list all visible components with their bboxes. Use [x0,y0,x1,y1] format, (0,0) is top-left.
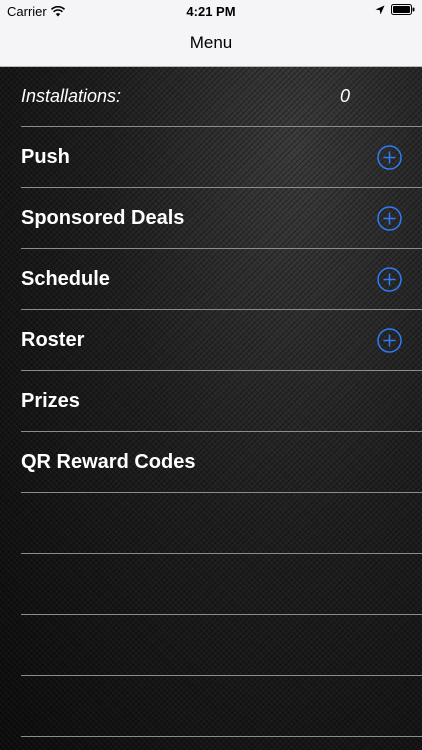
status-right [375,4,415,15]
empty-row [0,554,422,615]
screen: Carrier 4:21 PM Menu Installations: 0 Pu… [0,0,422,750]
menu-list: Installations: 0 Push Sponsored Deals Sche… [0,66,422,737]
menu-item-sponsored-deals[interactable]: Sponsored Deals [0,188,422,249]
menu-item-label: Prizes [21,390,80,412]
menu-item-label: Sponsored Deals [21,207,185,229]
menu-item-label: QR Reward Codes [21,451,196,473]
empty-row [0,493,422,554]
menu-item-prizes[interactable]: Prizes [0,371,422,432]
add-circle-icon[interactable] [377,206,402,231]
menu-item-push[interactable]: Push [0,127,422,188]
menu-item-qr-reward-codes[interactable]: QR Reward Codes [0,432,422,493]
menu-item-label: Schedule [21,268,110,290]
row-separator [21,736,422,737]
menu-item-roster[interactable]: Roster [0,310,422,371]
installations-row: Installations: 0 [0,66,422,127]
add-circle-icon[interactable] [377,328,402,353]
empty-row [0,676,422,737]
menu-item-label: Roster [21,329,85,351]
page-title: Menu [189,33,233,52]
status-time: 4:21 PM [186,4,236,19]
installations-label: Installations: [21,86,122,106]
empty-row [0,615,422,676]
add-circle-icon[interactable] [377,145,402,170]
battery-icon [391,4,415,15]
menu-item-schedule[interactable]: Schedule [0,249,422,310]
add-circle-icon[interactable] [377,267,402,292]
top-bar: Carrier 4:21 PM Menu [0,0,422,67]
location-arrow-icon [375,5,385,14]
status-bar: Carrier 4:21 PM [0,0,422,22]
menu-item-label: Push [21,146,70,168]
installations-count: 0 [340,86,351,106]
